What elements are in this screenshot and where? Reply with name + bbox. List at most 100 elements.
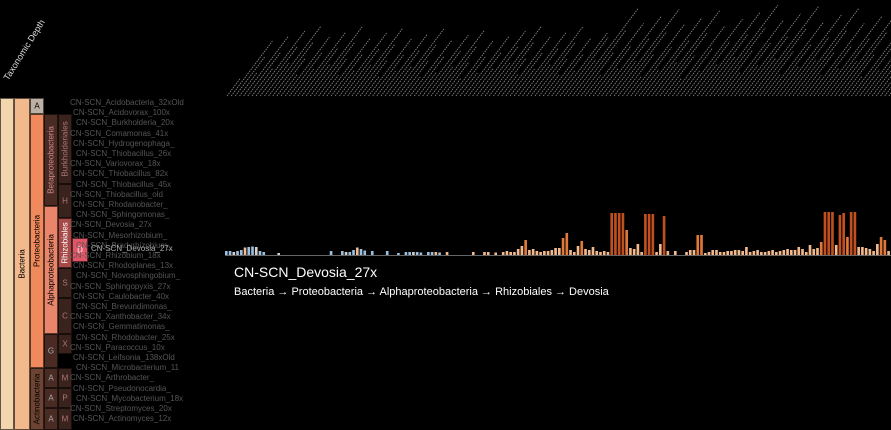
bar[interactable]	[520, 246, 524, 255]
sample-row[interactable]: CN-SCN_Paracoccus_10x	[70, 343, 165, 352]
bar[interactable]	[797, 247, 801, 255]
bar[interactable]	[647, 214, 651, 255]
tax-class-other-2[interactable]: A	[44, 368, 58, 388]
bar[interactable]	[883, 240, 887, 255]
bar[interactable]	[614, 213, 617, 255]
bar[interactable]	[662, 216, 666, 255]
sample-row[interactable]: CN-SCN_Arthrobacter_	[70, 373, 154, 382]
bar[interactable]	[842, 213, 845, 255]
sample-row[interactable]: CN-SCN_Hydrogenophaga_	[73, 139, 174, 148]
bar[interactable]	[610, 213, 614, 255]
tax-phylum-proteobacteria[interactable]: Proteobacteria	[30, 114, 44, 368]
sample-row[interactable]: CN-SCN_Brevundimonas_	[76, 302, 172, 311]
bar[interactable]	[580, 241, 584, 255]
sample-row[interactable]: CN-SCN_Caulobacter_40x	[73, 292, 169, 301]
bar[interactable]	[243, 247, 247, 256]
sample-row[interactable]: CN-SCN_Gemmatimonas_	[73, 322, 169, 331]
sample-row[interactable]: CN-SCN_Streptomyces_20x	[70, 404, 172, 413]
sample-row[interactable]: CN-SCN_Mesorhizobium_	[73, 231, 167, 240]
bar[interactable]	[554, 248, 557, 255]
bar[interactable]	[355, 247, 359, 256]
sample-row[interactable]: CN-SCN_Xanthobacter_34x	[70, 312, 171, 321]
bar[interactable]	[251, 246, 254, 256]
sample-row[interactable]: CN-SCN_Rhodanobacter_	[73, 200, 168, 209]
sample-row[interactable]: CN-SCN_Microbacterium_11	[76, 363, 179, 372]
tax-letter-m2: M	[61, 414, 69, 424]
sample-row[interactable]: CN-SCN_Novosphingobium_	[76, 271, 180, 280]
sample-row[interactable]: CN-SCN_Burkholderia_20x	[76, 118, 174, 127]
sample-row[interactable]: CN-SCN_Thiobacillus_45x	[76, 180, 171, 189]
bar[interactable]	[558, 248, 561, 255]
tax-domain-bacteria-band[interactable]: Bacteria	[14, 98, 30, 430]
tax-class-other-3[interactable]: A	[44, 388, 58, 408]
bar[interactable]	[617, 213, 621, 255]
sample-row[interactable]: CN-SCN_Pseudonocardia_	[73, 384, 171, 393]
selected-row-label[interactable]: CN-SCN_Devosia_27x	[91, 244, 173, 253]
bar[interactable]	[857, 247, 860, 255]
bar[interactable]	[745, 247, 748, 255]
tick-label	[563, 37, 609, 97]
bar[interactable]	[636, 244, 640, 255]
tick-label	[667, 77, 683, 97]
tick-label	[588, 23, 644, 97]
bar[interactable]	[861, 247, 864, 255]
bar[interactable]	[565, 233, 569, 255]
bar[interactable]	[561, 238, 565, 255]
bar[interactable]	[823, 212, 827, 255]
bar[interactable]	[846, 237, 849, 255]
tax-class-acidobacteria[interactable]: A	[30, 98, 44, 114]
bar[interactable]	[864, 248, 868, 255]
bar[interactable]	[834, 245, 838, 255]
bar[interactable]	[629, 248, 632, 255]
sample-row[interactable]: CN-SCN_Actinomyces_12x	[73, 414, 171, 423]
bar[interactable]	[644, 214, 647, 255]
tick-label	[851, 42, 891, 97]
bar[interactable]	[576, 246, 580, 255]
sample-row[interactable]: CN-SCN_Acidovorax_100x	[73, 108, 170, 117]
bar[interactable]	[591, 247, 595, 255]
tax-domain-bacteria[interactable]	[0, 98, 14, 430]
bar[interactable]	[831, 212, 834, 255]
tick-label	[351, 27, 404, 97]
bar[interactable]	[659, 244, 662, 255]
tax-phylum-actinobacteria[interactable]: Actinobacteria	[30, 368, 44, 430]
tick-label	[542, 74, 560, 97]
sample-row[interactable]: CN-SCN_Thiobacillus_old	[70, 190, 163, 199]
bar[interactable]	[696, 235, 700, 255]
sample-row[interactable]: CN-SCN_Rhodoplanes_13x	[73, 261, 173, 270]
bar[interactable]	[838, 215, 842, 255]
bar[interactable]	[700, 235, 703, 255]
sample-row[interactable]: CN-SCN_Devosia_27x	[70, 220, 152, 229]
bar[interactable]	[254, 247, 258, 255]
bar[interactable]	[621, 213, 625, 255]
sample-row[interactable]: CN-SCN_Sphingomonas_	[76, 210, 169, 219]
sample-row[interactable]: CN-SCN_Mycobacterium_18x	[76, 394, 183, 403]
bar[interactable]	[876, 244, 879, 255]
tax-class-betaproteobacteria[interactable]: Betaproteobacteria	[44, 114, 58, 206]
sample-row[interactable]: CN-SCN_Rhodobacter_25x	[76, 333, 175, 342]
column-tick-labels	[225, 0, 891, 100]
sample-row[interactable]: CN-SCN_Thiobacillus_82x	[73, 169, 168, 178]
bar[interactable]	[849, 212, 853, 255]
bar[interactable]	[651, 214, 655, 255]
sample-row[interactable]: CN-SCN_Thiobacillus_26x	[76, 149, 171, 158]
tax-class-alphaproteobacteria[interactable]: Alphaproteobacteria	[44, 206, 58, 334]
sample-row[interactable]: CN-SCN_Leifsonia_138xOld	[73, 353, 175, 362]
sample-row[interactable]: CN-SCN_Sphingopyxis_27x	[70, 282, 171, 291]
bar[interactable]	[524, 240, 527, 255]
sample-row[interactable]: CN-SCN_Variovorax_18x	[70, 159, 161, 168]
bar[interactable]	[247, 247, 251, 255]
bar[interactable]	[625, 230, 628, 255]
sample-row[interactable]: CN-SCN_Comamonas_41x	[70, 129, 168, 138]
bar[interactable]	[816, 248, 819, 255]
bar[interactable]	[808, 245, 812, 255]
bar[interactable]	[853, 212, 857, 255]
bar[interactable]	[879, 237, 883, 255]
tax-class-other-4[interactable]: A	[44, 408, 58, 430]
bar[interactable]	[819, 242, 823, 255]
tick-label	[796, 30, 847, 97]
bar[interactable]	[827, 212, 831, 255]
sample-row[interactable]: CN-SCN_Acidobacteria_32xOld	[70, 98, 184, 107]
tax-class-other-1[interactable]: G	[44, 334, 58, 368]
tick-label	[576, 30, 627, 97]
